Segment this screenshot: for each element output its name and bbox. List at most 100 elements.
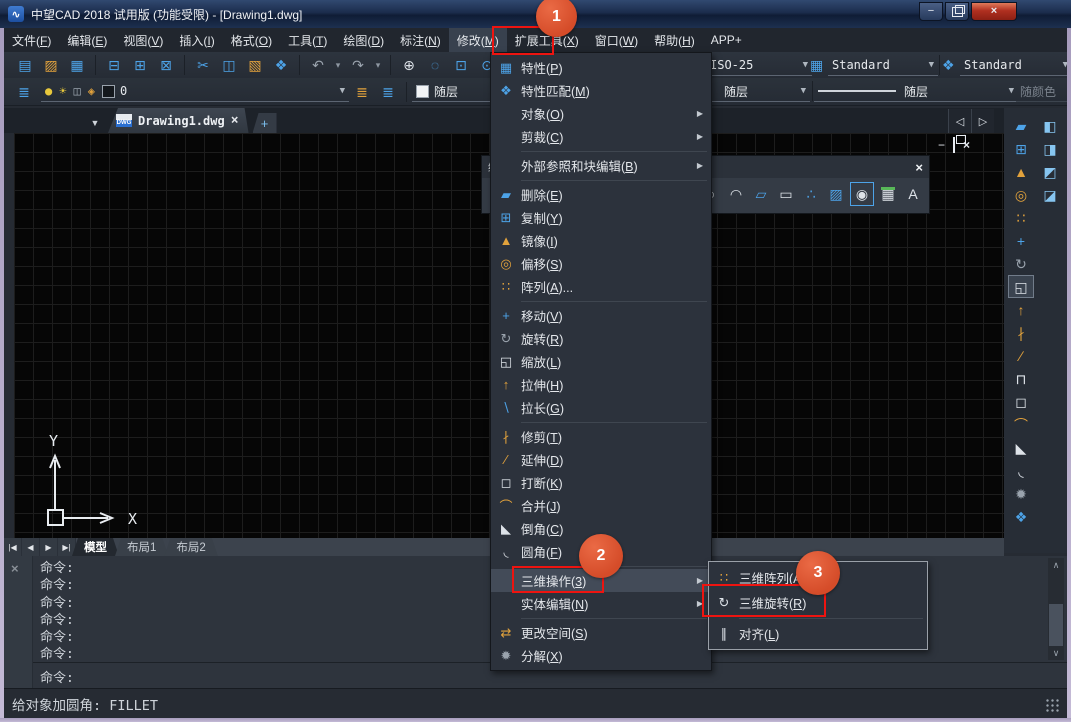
layout-tab-模型[interactable]: 模型 — [72, 538, 119, 556]
menu-item-trim[interactable]: ∤修剪(T) — [491, 425, 711, 448]
menu-item-solid-editing[interactable]: 实体编辑(N)▶ — [491, 592, 711, 615]
mirror-button[interactable]: ▲ — [1008, 160, 1034, 183]
insert-block-button[interactable]: ▱ — [750, 183, 772, 205]
viewport-button[interactable]: ▭ — [775, 183, 797, 205]
new-button[interactable]: ▤ — [13, 54, 37, 76]
menu-item-rotate[interactable]: ↻旋转(R) — [491, 327, 711, 350]
menubar-item-tools[interactable]: 工具(T) — [280, 28, 335, 53]
layer-previous-button[interactable]: ≣ — [350, 81, 374, 103]
menu-item-change-space[interactable]: ⇄更改空间(S) — [491, 621, 711, 644]
send-under-objects-button[interactable]: ◪ — [1037, 183, 1063, 206]
menu-item-match-properties[interactable]: ❖特性匹配(M) — [491, 79, 711, 102]
layout-nav-button-2[interactable]: ▶ — [40, 538, 58, 556]
break-at-point-button[interactable]: ⊓ — [1008, 367, 1034, 390]
scale-button[interactable]: ◱ — [1008, 275, 1034, 298]
menu-item-object[interactable]: 对象(O)▶ — [491, 102, 711, 125]
layout-nav-button-0[interactable]: |◀ — [4, 538, 22, 556]
new-drawing-tab-button[interactable]: + — [253, 113, 277, 133]
pan-button[interactable]: ⊕ — [397, 54, 421, 76]
dim-style-combo[interactable]: ISO-25▼ — [706, 55, 812, 76]
match-properties-button[interactable]: ❖ — [269, 54, 293, 76]
menubar-item-insert[interactable]: 插入(I) — [171, 28, 222, 53]
menu-item-scale[interactable]: ◱缩放(L) — [491, 350, 711, 373]
menu-item-lengthen[interactable]: ∖拉长(G) — [491, 396, 711, 419]
point-button[interactable]: ∴ — [800, 183, 822, 205]
menu-item-move[interactable]: +移动(V) — [491, 304, 711, 327]
bring-above-objects-button[interactable]: ◩ — [1037, 160, 1063, 183]
scrollbar-thumb[interactable] — [1049, 604, 1063, 646]
open-button[interactable]: ▨ — [39, 54, 63, 76]
menu-item-xref-block-edit[interactable]: 外部参照和块编辑(B)▶ — [491, 154, 711, 177]
table-button[interactable]: ▦ — [877, 183, 899, 205]
menubar-item-draw[interactable]: 绘图(D) — [335, 28, 392, 53]
undo-button[interactable]: ↶ — [306, 54, 330, 76]
menubar-item-window[interactable]: 窗口(W) — [587, 28, 646, 53]
minimize-button[interactable]: − — [919, 2, 943, 21]
send-to-back-button[interactable]: ◨ — [1037, 137, 1063, 160]
color-combo[interactable]: 随层 — [412, 81, 500, 102]
menu-item-extend[interactable]: ∕延伸(D) — [491, 448, 711, 471]
redo-button[interactable]: ↷ — [346, 54, 370, 76]
hatch-button[interactable]: ▨ — [825, 183, 847, 205]
restore-button[interactable] — [945, 2, 969, 21]
zoom-window-button[interactable]: ⊡ — [449, 54, 473, 76]
region-button[interactable]: ◉ — [850, 182, 874, 206]
doc-tab-drawing1[interactable]: DWG Drawing1.dwg × — [108, 108, 249, 133]
break-button[interactable]: ◻ — [1008, 390, 1034, 413]
menubar-item-file[interactable]: 文件(F) — [4, 28, 59, 53]
close-button[interactable]: × — [971, 2, 1017, 21]
menu-item-stretch[interactable]: ↑拉伸(H) — [491, 373, 711, 396]
doc-tab-menu-button[interactable]: ▼ — [84, 113, 106, 133]
publish-button[interactable]: ⊠ — [154, 54, 178, 76]
bring-to-front-button[interactable]: ◧ — [1037, 114, 1063, 137]
copy-button[interactable]: ⊞ — [1008, 137, 1034, 160]
menu-item-copy[interactable]: ⊞复制(Y) — [491, 206, 711, 229]
offset-button[interactable]: ◎ — [1008, 183, 1034, 206]
scroll-down-icon[interactable]: ∨ — [1048, 646, 1064, 660]
array-button[interactable]: ∷ — [1008, 206, 1034, 229]
layout-tab-布局2[interactable]: 布局2 — [164, 538, 217, 556]
menubar-item-app-plus[interactable]: APP+ — [703, 29, 750, 51]
menubar-item-help[interactable]: 帮助(H) — [646, 28, 703, 53]
move-button[interactable]: + — [1008, 229, 1034, 252]
resize-grip[interactable] — [1045, 698, 1059, 712]
stretch-button[interactable]: ↑ — [1008, 298, 1034, 321]
save-button[interactable]: ▦ — [65, 54, 89, 76]
join-button[interactable]: ⌒ — [1008, 413, 1034, 436]
extend-button[interactable]: ∕ — [1008, 344, 1034, 367]
erase-button[interactable]: ▰ — [1008, 114, 1034, 137]
layer-manager-button[interactable]: ≣ — [12, 81, 36, 103]
menu-item-join[interactable]: ⌒合并(J) — [491, 494, 711, 517]
mtext-button[interactable]: A — [902, 183, 924, 205]
cut-button[interactable]: ✂ — [191, 54, 215, 76]
menu-item-explode[interactable]: ✹分解(X) — [491, 644, 711, 667]
layout-tab-布局1[interactable]: 布局1 — [115, 538, 168, 556]
tab-scroll-left-button[interactable]: ◁ — [948, 109, 971, 133]
plot-preview-button[interactable]: ⊞ — [128, 54, 152, 76]
command-prompt[interactable]: 命令: — [40, 667, 74, 686]
menubar-item-format[interactable]: 格式(O) — [223, 28, 280, 53]
explode-button[interactable]: ✹ — [1008, 482, 1034, 505]
text-style-combo[interactable]: Standard▼ — [828, 55, 938, 76]
mdi-minimize-button[interactable]: − — [938, 139, 945, 151]
menu-item-clip[interactable]: 剪裁(C)▶ — [491, 125, 711, 148]
arc-button[interactable]: ◠ — [725, 183, 747, 205]
menubar-item-view[interactable]: 视图(V) — [115, 28, 171, 53]
command-close-icon[interactable]: × — [11, 561, 19, 576]
undo-dropdown-button[interactable]: ▾ — [332, 54, 344, 76]
layer-states-button[interactable]: ≣ — [376, 81, 400, 103]
submenu-item-align[interactable]: ∥对齐(L) — [709, 621, 927, 646]
menu-item-erase[interactable]: ▰删除(E) — [491, 183, 711, 206]
paste-button[interactable]: ▧ — [243, 54, 267, 76]
mdi-restore-button[interactable] — [953, 139, 955, 151]
menu-item-properties[interactable]: ▦特性(P) — [491, 56, 711, 79]
doc-tab-close-icon[interactable]: × — [231, 113, 239, 128]
menu-item-array[interactable]: ∷阵列(A)... — [491, 275, 711, 298]
trim-button[interactable]: ∤ — [1008, 321, 1034, 344]
scroll-up-icon[interactable]: ∧ — [1048, 558, 1064, 572]
tab-scroll-right-button[interactable]: ▷ — [971, 109, 994, 133]
menu-item-mirror[interactable]: ▲镜像(I) — [491, 229, 711, 252]
layer-combo[interactable]: ●☀◫◈ 0 ▼ — [41, 81, 349, 102]
fillet-button[interactable]: ◟ — [1008, 459, 1034, 482]
layout-nav-button-1[interactable]: ◀ — [22, 538, 40, 556]
